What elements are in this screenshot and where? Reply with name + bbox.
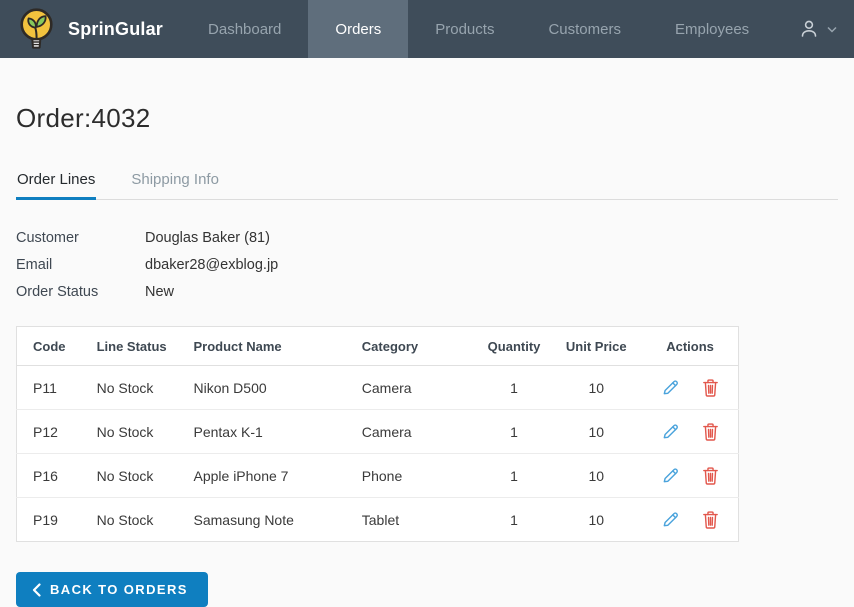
tab-shipping-info[interactable]: Shipping Info <box>130 171 220 200</box>
cell-product-name: Pentax K-1 <box>183 409 352 454</box>
delete-button[interactable] <box>693 466 728 485</box>
column-header-unit-price: Unit Price <box>550 326 643 366</box>
column-header-code: Code <box>16 326 87 366</box>
delete-button[interactable] <box>693 510 728 529</box>
column-header-line-status: Line Status <box>86 326 184 366</box>
edit-button[interactable] <box>652 466 689 485</box>
table-row: P16 No Stock Apple iPhone 7 Phone 1 10 <box>16 453 739 498</box>
brand[interactable]: SprinGular <box>0 0 181 58</box>
table-row: P12 No Stock Pentax K-1 Camera 1 10 <box>16 409 739 454</box>
detail-label: Customer <box>16 230 79 246</box>
detail-row: Order Status New <box>16 284 838 300</box>
detail-label: Email <box>16 257 53 273</box>
nav-item-products[interactable]: Products <box>408 0 521 58</box>
delete-button[interactable] <box>693 378 728 397</box>
cell-category: Camera <box>351 365 478 410</box>
nav-item-dashboard[interactable]: Dashboard <box>181 0 308 58</box>
detail-label: Order Status <box>16 284 99 300</box>
brand-name: SprinGular <box>68 18 164 39</box>
cell-quantity: 1 <box>477 409 551 454</box>
back-to-orders-button[interactable]: BACK TO ORDERS <box>16 572 208 607</box>
back-button-label: BACK TO ORDERS <box>50 582 188 597</box>
cell-actions <box>642 365 739 410</box>
table-row: P19 No Stock Samasung Note Tablet 1 10 <box>17 498 739 542</box>
column-header-quantity: Quantity <box>477 326 551 366</box>
cell-unit-price: 10 <box>550 453 643 498</box>
detail-value: Douglas Baker (81) <box>145 230 270 246</box>
column-header-product-name: Product Name <box>183 326 352 366</box>
detail-value: dbaker28@exblog.jp <box>145 257 279 273</box>
delete-trash-icon <box>703 379 718 397</box>
cell-actions <box>642 453 739 498</box>
edit-pencil-icon <box>663 424 678 439</box>
column-header-actions: Actions <box>642 326 739 366</box>
delete-trash-icon <box>703 511 718 529</box>
cell-product-name: Apple iPhone 7 <box>183 453 352 498</box>
cell-quantity: 1 <box>477 453 551 498</box>
delete-trash-icon <box>703 423 718 441</box>
cell-unit-price: 10 <box>588 511 605 528</box>
chevron-left-icon <box>32 582 41 597</box>
edit-button[interactable] <box>652 422 689 441</box>
navbar: SprinGular Dashboard Orders Products Custom… <box>0 0 854 58</box>
edit-pencil-icon <box>663 468 678 483</box>
cell-code: P16 <box>16 453 87 498</box>
cell-actions <box>642 498 738 542</box>
order-details: Customer Douglas Baker (81) Email dbaker28@… <box>16 230 838 300</box>
edit-button[interactable] <box>652 510 689 529</box>
cell-actions <box>642 409 739 454</box>
order-lines-table: Code Line Status Product Name Category Quant… <box>16 326 739 542</box>
detail-row: Email dbaker28@exblog.jp <box>16 257 838 273</box>
cell-category: Phone <box>351 453 478 498</box>
cell-line-status: No Stock <box>86 365 184 410</box>
page-title: Order:4032 <box>16 103 151 133</box>
cell-unit-price: 10 <box>550 365 643 410</box>
nav-item-customers[interactable]: Customers <box>521 0 648 58</box>
cell-category: Camera <box>351 409 478 454</box>
edit-pencil-icon <box>663 512 678 527</box>
nav-items: Dashboard Orders Products Customers Employee… <box>181 0 776 58</box>
nav-item-orders[interactable]: Orders <box>308 0 409 58</box>
cell-category: Tablet <box>361 511 400 528</box>
tabs: Order Lines Shipping Info <box>16 171 838 200</box>
cell-code: P19 <box>33 511 58 528</box>
delete-button[interactable] <box>693 422 728 441</box>
cell-code: P12 <box>16 409 87 454</box>
cell-line-status: No Stock <box>96 511 154 528</box>
tab-order-lines[interactable]: Order Lines <box>16 171 97 200</box>
edit-button[interactable] <box>652 378 689 397</box>
column-header-category: Category <box>351 326 478 366</box>
cell-code: P11 <box>16 365 87 410</box>
cell-line-status: No Stock <box>86 453 184 498</box>
edit-pencil-icon <box>663 380 678 395</box>
nav-item-employees[interactable]: Employees <box>648 0 776 58</box>
cell-product-name: Samasung Note <box>193 511 294 528</box>
cell-line-status: No Stock <box>86 409 184 454</box>
cell-quantity: 1 <box>510 511 518 528</box>
main-content: Order:4032 Order Lines Shipping Info Cust… <box>0 103 854 607</box>
user-icon <box>801 20 817 37</box>
detail-value: New <box>145 284 175 300</box>
detail-row: Customer Douglas Baker (81) <box>16 230 838 246</box>
account-menu[interactable] <box>776 0 854 58</box>
lightbulb-leaf-icon <box>20 8 53 49</box>
cell-product-name: Nikon D500 <box>183 365 352 410</box>
cell-unit-price: 10 <box>550 409 643 454</box>
delete-trash-icon <box>703 467 718 485</box>
table-header-row: Code Line Status Product Name Category Quant… <box>16 326 739 366</box>
table-body: P11 No Stock Nikon D500 Camera 1 10 P12 No Sto… <box>16 365 739 542</box>
cell-quantity: 1 <box>477 365 551 410</box>
chevron-down-icon <box>827 26 837 33</box>
table-row: P11 No Stock Nikon D500 Camera 1 10 <box>16 365 739 410</box>
